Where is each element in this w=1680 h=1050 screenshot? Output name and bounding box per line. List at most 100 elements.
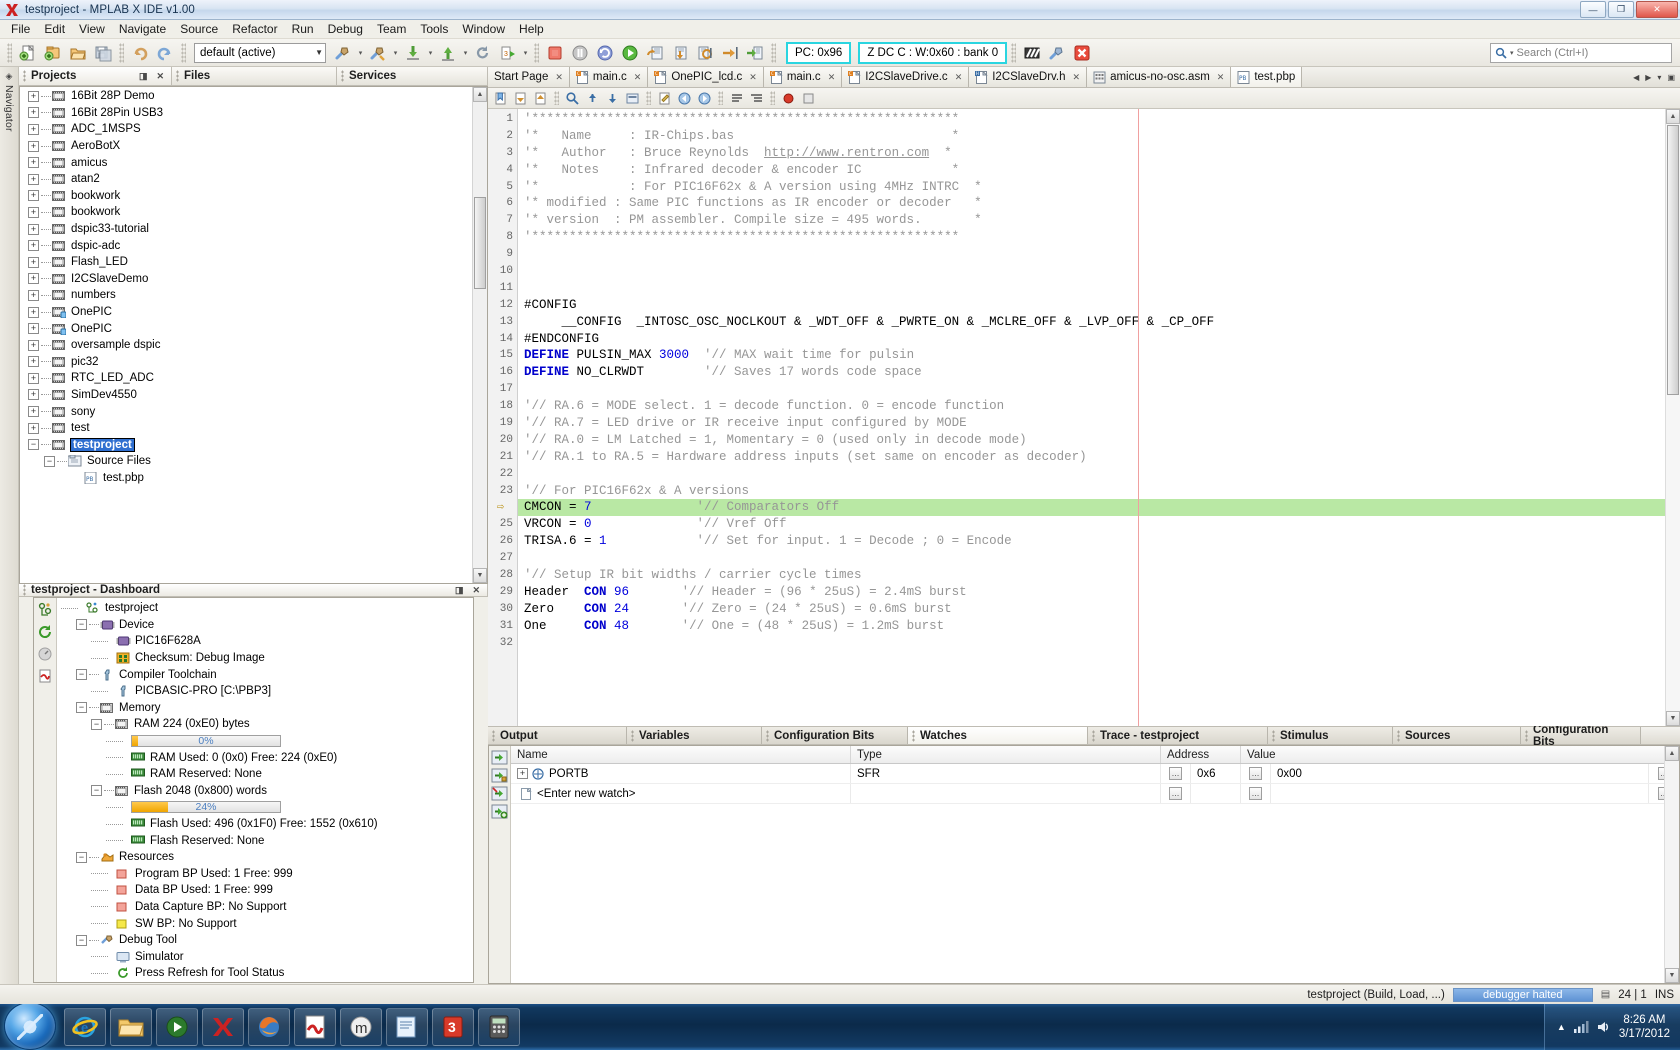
project-tree-item[interactable]: +RTC_LED_ADC [20,370,487,387]
editor-scrollbar[interactable]: ▲ ▼ [1665,109,1680,726]
project-tree-item[interactable]: −testproject [20,436,487,453]
code-line[interactable]: VRCON = 0 '// Vref Off [518,516,1680,533]
find-next-icon[interactable] [603,89,622,108]
column-header-name[interactable]: Name [511,746,851,763]
editor-tab-main-c[interactable]: Cmain.c✕ [570,67,648,87]
project-tree-item[interactable]: +OnePIC [20,304,487,321]
maximize-button[interactable]: ❐ [1608,1,1634,18]
project-properties-icon[interactable] [37,602,53,618]
file-explorer-icon[interactable] [110,1008,152,1046]
media-player-icon[interactable] [156,1008,198,1046]
project-tree-item[interactable]: +bookwork [20,188,487,205]
reset-icon[interactable] [593,41,617,65]
next-bookmark-icon[interactable] [531,89,550,108]
code-line[interactable] [518,246,1680,263]
editor-tab-i2cslavedrive-c[interactable]: CI2CSlaveDrive.c✕ [842,67,969,87]
project-tree-item[interactable]: +AeroBotX [20,138,487,155]
editor-tab-start-page[interactable]: Start Page✕ [488,67,570,87]
project-tree-item[interactable]: +dspic-adc [20,237,487,254]
editor-tab-amicus-no-osc-asm[interactable]: amicus-no-osc.asm✕ [1087,67,1231,87]
toolbar-grip-3[interactable] [181,43,186,63]
code-line[interactable]: __CONFIG _INTOSC_OSC_NOCLKOUT & _WDT_OFF… [518,314,1680,331]
pickit-icon[interactable]: 3 [432,1008,474,1046]
menu-item-file[interactable]: File [4,20,37,38]
close-icon[interactable]: ✕ [1217,72,1225,83]
dashboard-tree-item[interactable]: RAM Used: 0 (0x0) Free: 224 (0xE0) [57,749,473,766]
project-tree-item[interactable]: +amicus [20,154,487,171]
dashboard-tree-item[interactable]: Press Refresh for Tool Status [57,965,473,982]
dashboard-tree-expander[interactable]: − [76,669,87,680]
clean-build-icon[interactable] [366,41,390,65]
tree-expander[interactable]: + [28,423,39,434]
dashboard-minimize-icon[interactable]: ◨ [455,585,464,596]
menu-item-tools[interactable]: Tools [413,20,455,38]
address-picker-button[interactable]: … [1161,784,1191,803]
step-over-icon[interactable] [643,41,667,65]
project-tree-item[interactable]: −Source Files [20,453,487,470]
dashboard-tree-item[interactable]: PIC16F628A [57,633,473,650]
editor-tab-i2cslavedrv-h[interactable]: HI2CSlaveDrv.h✕ [969,67,1087,87]
toolbar-grip[interactable] [7,43,12,63]
navigator-rail-label[interactable]: Navigator [3,85,15,132]
dashboard-tree-item[interactable]: −Memory [57,700,473,717]
dashboard-tree-item[interactable]: 24% [57,799,473,816]
new-project-icon[interactable] [41,41,65,65]
mplab-ide-icon[interactable] [202,1008,244,1046]
dashboard-tree-expander[interactable]: − [76,852,87,863]
dashboard-tree-expander[interactable]: − [76,619,87,630]
dashboard-tree-expander[interactable]: − [91,785,102,796]
menu-item-source[interactable]: Source [173,20,225,38]
code-line[interactable] [518,635,1680,652]
minimize-button[interactable]: — [1580,1,1606,18]
toolbar-grip-2[interactable] [119,43,124,63]
dashboard-close-icon[interactable]: ✕ [472,585,480,596]
delete-watch-icon[interactable] [491,786,508,801]
dashboard-tree-item[interactable]: Flash Reserved: None [57,832,473,849]
code-line[interactable]: One CON 48 '// One = (48 * 25uS) = 1.2mS… [518,618,1680,635]
bottom-tab-sources[interactable]: Sources [1393,727,1521,744]
shift-right-icon[interactable] [747,89,766,108]
menu-item-debug[interactable]: Debug [321,20,370,38]
value-picker-button[interactable]: … [1241,784,1271,803]
run-to-cursor-icon[interactable] [718,41,742,65]
status-extra-icon[interactable]: ▤ [1601,989,1610,1000]
code-line[interactable]: '***************************************… [518,229,1680,246]
tab-list-icon[interactable]: ▾ [1655,73,1663,82]
editor-scroll-up[interactable]: ▲ [1666,109,1680,124]
bottom-tab-trace---testproject[interactable]: Trace - testproject [1088,727,1268,744]
column-header-address[interactable]: Address [1161,746,1241,763]
tree-expander[interactable]: + [28,174,39,185]
watches-view[interactable]: NameTypeAddressValue +PORTBSFR…0x6…0x00…… [488,745,1680,984]
tab-projects[interactable]: Projects ◨ ✕ [19,67,172,85]
code-line[interactable]: '* : For PIC16F62x & A version using 4MH… [518,179,1680,196]
project-tree-item[interactable]: +SimDev4550 [20,387,487,404]
download-icon[interactable] [401,41,425,65]
dashboard-tree-expander[interactable]: − [76,702,87,713]
project-tree-item[interactable]: +bookwork [20,204,487,221]
projects-scrollbar[interactable]: ▲ ▼ [472,87,487,583]
code-content[interactable]: '***************************************… [518,109,1680,726]
program-dropdown-icon[interactable]: ▾ [461,41,470,65]
pause-icon[interactable] [568,41,592,65]
watches-table[interactable]: NameTypeAddressValue +PORTBSFR…0x6…0x00…… [511,746,1679,983]
forward-icon[interactable] [695,89,714,108]
code-line[interactable]: '// Setup IR bit widths / carrier cycle … [518,567,1680,584]
tree-expander[interactable]: + [28,323,39,334]
firefox-icon[interactable] [248,1008,290,1046]
dashboard-tree-expander[interactable]: − [91,719,102,730]
projects-close-icon[interactable]: ✕ [156,71,164,82]
internet-explorer-icon[interactable]: e [64,1008,106,1046]
close-icon[interactable]: ✕ [1073,72,1081,83]
tree-expander[interactable]: + [28,389,39,400]
bottom-tab-configuration-bits[interactable]: Configuration Bits [1521,727,1641,744]
tree-expander[interactable]: + [28,356,39,367]
code-line[interactable]: '* version : PM assembler. Compile size … [518,212,1680,229]
code-line[interactable]: '* Notes : Infrared decoder & encoder IC… [518,162,1680,179]
watches-scroll-down[interactable]: ▼ [1665,968,1679,983]
find-selection-icon[interactable] [563,89,582,108]
code-line[interactable] [518,550,1680,567]
tab-services[interactable]: Services [337,67,488,85]
watches-table-rows[interactable]: +PORTBSFR…0x6…0x00…<Enter new watch>……… [511,764,1679,804]
scroll-right-icon[interactable]: ▶ [1643,73,1653,82]
bottom-tab-watches[interactable]: Watches [908,727,1088,744]
